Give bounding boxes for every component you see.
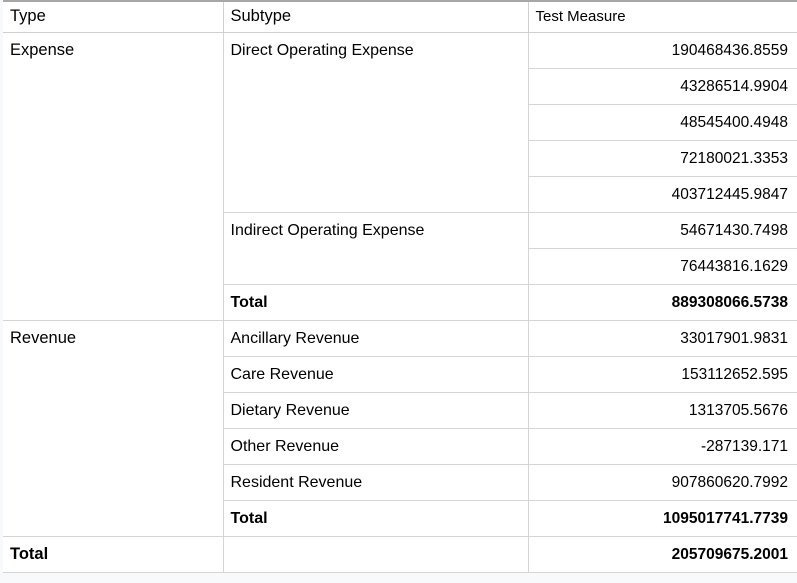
column-header-measure[interactable]: Test Measure <box>528 0 797 33</box>
cell-measure: 43286514.9904 <box>528 68 797 105</box>
cell-subtype: Dietary Revenue <box>223 392 529 429</box>
cell-measure: 33017901.9831 <box>528 320 797 357</box>
cell-subtype: Direct Operating Expense <box>223 32 529 213</box>
cell-subtype: Indirect Operating Expense <box>223 212 529 285</box>
cell-measure: 48545400.4948 <box>528 104 797 141</box>
cell-type: Expense <box>3 32 224 321</box>
cell-measure: -287139.171 <box>528 428 797 465</box>
cell-subtotal-label: Total <box>223 500 529 537</box>
cell-subtotal-value: 1095017741.7739 <box>528 500 797 537</box>
cell-grand-total-label: Total <box>3 536 224 573</box>
cell-measure: 76443816.1629 <box>528 248 797 285</box>
cell-subtotal-label: Total <box>223 284 529 321</box>
table-header: Type Subtype Test Measure <box>3 0 797 33</box>
cell-measure: 1313705.5676 <box>528 392 797 429</box>
grand-total-row: Total 205709675.2001 <box>3 536 797 573</box>
table-body: Expense Direct Operating Expense 190468436… <box>3 32 797 573</box>
cell-subtype: Other Revenue <box>223 428 529 465</box>
cell-measure: 190468436.8559 <box>528 32 797 69</box>
cell-measure: 153112652.595 <box>528 356 797 393</box>
cell-subtype: Ancillary Revenue <box>223 320 529 357</box>
cell-grand-total-value: 205709675.2001 <box>528 536 797 573</box>
cell-subtotal-value: 889308066.5738 <box>528 284 797 321</box>
header-row: Type Subtype Test Measure <box>3 0 797 33</box>
cell-measure: 54671430.7498 <box>528 212 797 249</box>
column-header-subtype[interactable]: Subtype <box>223 0 529 33</box>
column-header-type[interactable]: Type <box>3 0 224 33</box>
cell-grand-total-subtype <box>223 536 529 573</box>
cell-type: Revenue <box>3 320 224 537</box>
cell-measure: 403712445.9847 <box>528 176 797 213</box>
cell-subtype: Care Revenue <box>223 356 529 393</box>
pivot-table: Type Subtype Test Measure Expense Direct … <box>3 0 797 573</box>
table-row: Expense Direct Operating Expense 190468436… <box>3 32 797 321</box>
cell-subtype: Resident Revenue <box>223 464 529 501</box>
cell-measure: 907860620.7992 <box>528 464 797 501</box>
cell-measure: 72180021.3353 <box>528 140 797 177</box>
table-row: Revenue Ancillary Revenue 33017901.9831 <box>3 320 797 537</box>
